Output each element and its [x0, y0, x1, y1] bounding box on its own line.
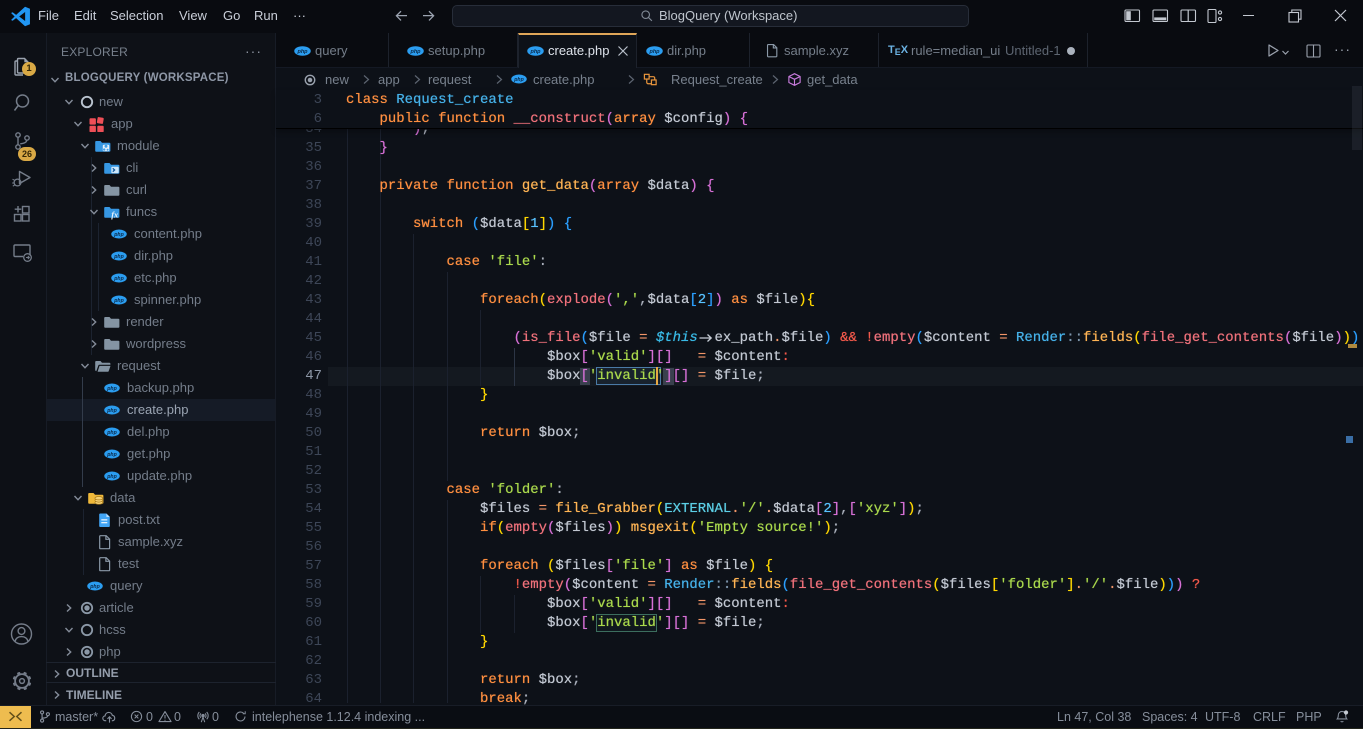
- svg-text:php: php: [113, 254, 123, 260]
- svg-text:php: php: [529, 49, 541, 55]
- svg-text:php: php: [296, 49, 308, 55]
- svg-text:php: php: [89, 584, 99, 590]
- svg-text:php: php: [513, 77, 523, 83]
- svg-text:php: php: [106, 386, 116, 392]
- svg-text:php: php: [113, 298, 123, 304]
- svg-text:php: php: [106, 408, 116, 414]
- svg-text:fx: fx: [111, 209, 119, 219]
- svg-text:php: php: [409, 49, 421, 55]
- svg-text:php: php: [106, 474, 116, 480]
- svg-text:php: php: [106, 452, 116, 458]
- svg-text:php: php: [113, 276, 123, 282]
- svg-text:php: php: [113, 232, 123, 238]
- svg-text:php: php: [648, 49, 660, 55]
- svg-text:php: php: [106, 430, 116, 436]
